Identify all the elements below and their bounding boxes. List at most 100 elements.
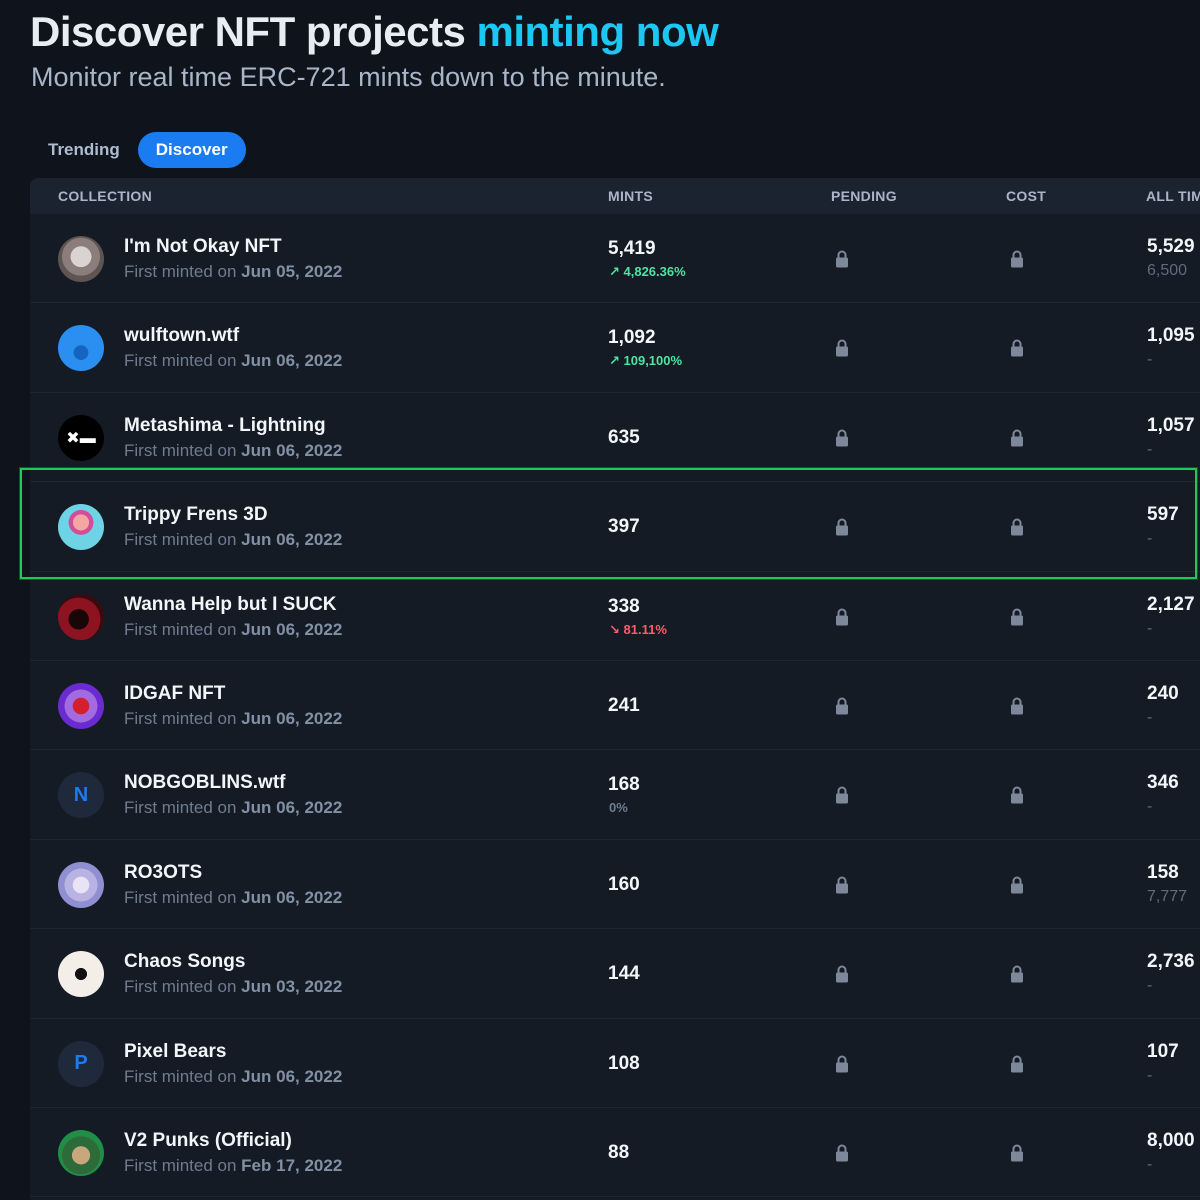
all-time-supply: 6,500	[1147, 262, 1188, 279]
cost-lock-icon[interactable]	[1009, 250, 1025, 268]
first-minted-date: Jun 06, 2022	[241, 530, 343, 550]
collection-name[interactable]: Wanna Help but I SUCK	[124, 594, 337, 616]
first-minted-date: Jun 06, 2022	[241, 798, 343, 818]
column-collection[interactable]: COLLECTION	[58, 188, 152, 204]
cost-lock-icon[interactable]	[1009, 965, 1025, 983]
all-time-count: 2,127	[1147, 593, 1195, 615]
cost-lock-icon[interactable]	[1009, 608, 1025, 626]
tab-discover[interactable]: Discover	[137, 132, 246, 168]
collection-name[interactable]: Trippy Frens 3D	[124, 504, 268, 526]
first-minted-label: First minted on	[124, 887, 237, 907]
collection-name[interactable]: Chaos Songs	[124, 951, 245, 973]
table-row[interactable]: V2 Punks (Official) First minted on Feb 1…	[30, 1108, 1200, 1198]
all-time-supply: -	[1147, 977, 1153, 995]
table-row[interactable]: IDGAF NFT First minted on Jun 06, 2022 241…	[30, 661, 1200, 751]
collection-avatar[interactable]	[58, 1129, 104, 1176]
column-all-time[interactable]: ALL TIM	[1146, 188, 1200, 204]
pending-lock-icon[interactable]	[834, 786, 850, 804]
table-row[interactable]: P Pixel Bears First minted on Jun 06, 2022…	[30, 1019, 1200, 1108]
table-row[interactable]: wulftown.wtf First minted on Jun 06, 2022…	[30, 303, 1200, 393]
pending-lock-icon[interactable]	[834, 1055, 850, 1073]
collection-avatar[interactable]: ✖▬	[58, 414, 104, 461]
pending-lock-icon[interactable]	[834, 250, 850, 268]
cost-lock-icon[interactable]	[1009, 1055, 1025, 1073]
mints-count: 144	[608, 963, 640, 985]
first-minted-date: Feb 17, 2022	[241, 1155, 343, 1175]
collection-avatar[interactable]: P	[58, 1040, 104, 1087]
pending-lock-icon[interactable]	[834, 1144, 850, 1162]
mints-count: 241	[608, 694, 640, 716]
pending-lock-icon[interactable]	[834, 429, 850, 447]
collection-name[interactable]: Metashima - Lightning	[124, 415, 326, 437]
avatar-letter: P	[74, 1052, 88, 1075]
table-row[interactable]: ✖▬ Metashima - Lightning First minted on J…	[30, 393, 1200, 483]
cost-lock-icon[interactable]	[1009, 429, 1025, 447]
pending-lock-icon[interactable]	[834, 965, 850, 983]
pending-lock-icon[interactable]	[834, 608, 850, 626]
all-time-count: 5,529	[1147, 236, 1195, 257]
first-minted: First minted on Jun 06, 2022	[124, 530, 342, 550]
cost-lock-icon[interactable]	[1009, 786, 1025, 804]
table-row[interactable]: I'm Not Okay NFT First minted on Jun 05, …	[30, 214, 1200, 304]
collection-name[interactable]: wulftown.wtf	[124, 325, 239, 347]
collection-name[interactable]: V2 Punks (Official)	[124, 1130, 292, 1152]
mints-count: 168	[608, 774, 640, 796]
collection-name[interactable]: IDGAF NFT	[124, 683, 225, 705]
page-subtitle: Monitor real time ERC-721 mints down to …	[31, 62, 666, 92]
collection-avatar[interactable]	[58, 504, 104, 551]
table-row[interactable]: RO3OTS First minted on Jun 06, 2022 160 158…	[30, 840, 1200, 930]
collection-avatar[interactable]: N	[58, 772, 104, 819]
all-time-supply: 7,777	[1147, 887, 1188, 905]
mints-count: 1,092	[608, 327, 656, 349]
first-minted-label: First minted on	[124, 262, 237, 281]
pending-lock-icon[interactable]	[834, 518, 850, 536]
column-cost[interactable]: COST	[1006, 188, 1046, 204]
table-row[interactable]: Chaos Songs First minted on Jun 03, 2022 1…	[30, 929, 1200, 1019]
mints-change: ↗ 109,100%	[609, 353, 683, 369]
tab-trending[interactable]: Trending	[30, 132, 138, 168]
first-minted-label: First minted on	[124, 440, 237, 460]
page: Discover NFT projects minting now Monito…	[0, 0, 1200, 1200]
first-minted: First minted on Jun 06, 2022	[124, 1067, 342, 1087]
first-minted-date: Jun 06, 2022	[241, 708, 343, 728]
all-time-count: 1,095	[1147, 325, 1195, 347]
pending-lock-icon[interactable]	[834, 339, 850, 357]
collection-name[interactable]: NOBGOBLINS.wtf	[124, 772, 286, 794]
cost-lock-icon[interactable]	[1009, 518, 1025, 536]
cost-lock-icon[interactable]	[1009, 339, 1025, 357]
collection-avatar[interactable]	[58, 236, 104, 282]
all-time-count: 240	[1147, 682, 1179, 704]
first-minted: First minted on Feb 17, 2022	[124, 1156, 342, 1176]
collection-avatar[interactable]	[58, 593, 104, 640]
cost-lock-icon[interactable]	[1009, 697, 1025, 715]
first-minted: First minted on Jun 06, 2022	[124, 441, 342, 461]
collection-name[interactable]: Pixel Bears	[124, 1041, 226, 1063]
cost-lock-icon[interactable]	[1009, 876, 1025, 894]
collection-avatar[interactable]	[58, 861, 104, 908]
table-body: I'm Not Okay NFT First minted on Jun 05, …	[30, 214, 1200, 1198]
collection-avatar[interactable]	[58, 951, 104, 998]
mints-count: 88	[608, 1141, 630, 1163]
first-minted-date: Jun 06, 2022	[241, 887, 343, 907]
title-accent: minting now	[476, 8, 719, 55]
pending-lock-icon[interactable]	[834, 876, 850, 894]
all-time-count: 107	[1147, 1040, 1179, 1062]
first-minted-label: First minted on	[124, 798, 237, 818]
first-minted: First minted on Jun 06, 2022	[124, 888, 342, 908]
collection-name[interactable]: RO3OTS	[124, 862, 202, 884]
table-row[interactable]: N NOBGOBLINS.wtf First minted on Jun 06, 2…	[30, 750, 1200, 840]
mints-change: ↗ 4,826.36%	[609, 264, 686, 279]
pending-lock-icon[interactable]	[834, 697, 850, 715]
first-minted-date: Jun 03, 2022	[241, 977, 343, 997]
all-time-supply: -	[1147, 530, 1153, 548]
table-row[interactable]: Wanna Help but I SUCK First minted on Jun…	[30, 572, 1200, 661]
table-row[interactable]: Trippy Frens 3D First minted on Jun 06, 2…	[30, 482, 1200, 572]
column-mints[interactable]: MINTS	[608, 188, 653, 204]
collection-name[interactable]: I'm Not Okay NFT	[124, 236, 282, 258]
column-pending[interactable]: PENDING	[831, 188, 897, 204]
first-minted-label: First minted on	[124, 619, 237, 639]
collection-avatar[interactable]	[58, 682, 104, 729]
title-main: Discover NFT projects	[30, 8, 466, 55]
collection-avatar[interactable]	[58, 325, 104, 372]
cost-lock-icon[interactable]	[1009, 1144, 1025, 1162]
